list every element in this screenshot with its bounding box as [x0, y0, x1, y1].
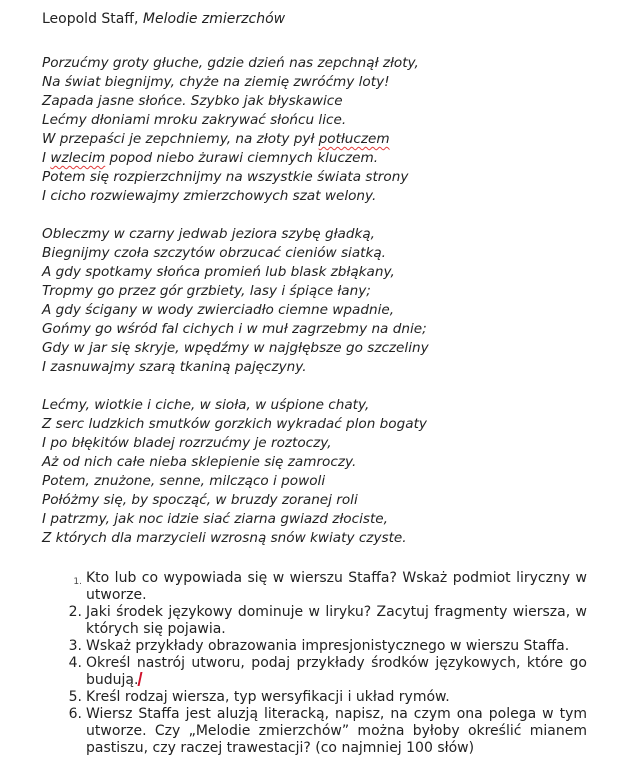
poem-line: Z serc ludzkich smutków gorzkich wykrada…: [42, 416, 427, 432]
author-name: Leopold Staff,: [42, 11, 139, 27]
spellcheck-word[interactable]: wzlecim: [50, 150, 105, 166]
list-number: 5.: [68, 689, 82, 705]
poem-line: Zapada jasne słońce. Szybko jak błyskawi…: [42, 93, 343, 109]
list-item: 5. Kreśl rodzaj wiersza, typ wersyfikacj…: [42, 689, 587, 706]
spellcheck-word[interactable]: potłuczem: [319, 131, 390, 147]
poem-line: Potem, znużone, senne, milcząco i powoli: [42, 473, 326, 489]
document-header: Leopold Staff, Melodie zmierzchów: [42, 10, 285, 29]
poem-line: Gońmy go wśród fal cichych i w muł zagrz…: [42, 321, 427, 337]
poem-line: W przepaści je zepchniemy, na złoty pył …: [42, 130, 429, 149]
list-number: 4.: [68, 655, 82, 671]
poem-line: I cicho rozwiewajmy zmierzchowych szat w…: [42, 188, 377, 204]
question-text: Kreśl rodzaj wiersza, typ wersyfikacji i…: [86, 689, 450, 705]
list-number: 3.: [68, 638, 82, 654]
poem-line: A gdy spotkamy słońca promień lub blask …: [42, 264, 395, 280]
stanza-2: Obleczmy w czarny jedwab jeziora szybę g…: [42, 225, 429, 377]
document-page: Leopold Staff, Melodie zmierzchów Porzuć…: [0, 0, 625, 783]
list-number: 1.: [73, 577, 82, 587]
poem-line: Gdy w jar się skryje, wpędźmy w najgłębs…: [42, 340, 429, 356]
poem-line: Porzućmy groty głuche, gdzie dzień nas z…: [42, 55, 419, 71]
poem-line: Potem się rozpierzchnijmy na wszystkie ś…: [42, 169, 409, 185]
stanza-3: Lećmy, wiotkie i ciche, w sioła, w uśpio…: [42, 396, 429, 548]
list-item: 3. Wskaż przykłady obrazowania impresjon…: [42, 638, 587, 655]
question-list: 1. Kto lub co wypowiada się w wierszu St…: [42, 570, 587, 757]
poem-line: Na świat biegnijmy, chyże na ziemię zwró…: [42, 74, 390, 90]
question-text: Wskaż przykłady obrazowania impresjonist…: [86, 638, 570, 654]
question-text: Kto lub co wypowiada się w wierszu Staff…: [86, 570, 587, 603]
poem-line: Z których dla marzycieli wzrosną snów kw…: [42, 530, 407, 546]
stanza-1: Porzućmy groty głuche, gdzie dzień nas z…: [42, 54, 429, 206]
list-item: 6. Wiersz Staffa jest aluzją literacką, …: [42, 706, 587, 757]
poem-line: Aż od nich całe nieba sklepienie się zam…: [42, 454, 357, 470]
poem-line-text: popod niebo żurawi ciemnych kluczem.: [105, 150, 379, 166]
poem-line: Tropmy go przez gór grzbiety, lasy i śpi…: [42, 283, 371, 299]
poem-line-text: W przepaści je zepchniemy, na złoty pył: [42, 131, 319, 147]
poem-line: I po błękitów bladej rozrzućmy je roztoc…: [42, 435, 332, 451]
poem-line: Obleczmy w czarny jedwab jeziora szybę g…: [42, 226, 376, 242]
poem-line: I wzlecim popod niebo żurawi ciemnych kl…: [42, 149, 429, 168]
poem-line: Biegnijmy czoła szczytów obrzucać cienió…: [42, 245, 386, 261]
question-text-part: Określ nast: [86, 655, 168, 671]
text-cursor: [137, 672, 143, 686]
poem-line: Połóżmy się, by spocząć, w bruzdy zorane…: [42, 492, 358, 508]
question-text[interactable]: Określ nastrój utworu, podaj przykłady ś…: [86, 655, 587, 689]
list-item: 4. Określ nastrój utworu, podaj przykład…: [42, 655, 587, 689]
list-item: 1. Kto lub co wypowiada się w wierszu St…: [42, 570, 587, 604]
poem-line: A gdy ścigany w wody zwierciadło ciemne …: [42, 302, 395, 318]
list-item: 2. Jaki środek językowy dominuje w liryk…: [42, 604, 587, 638]
question-text: Jaki środek językowy dominuje w liryku? …: [86, 604, 587, 637]
poem-line: I zasnuwajmy szarą tkaniną pajęczyny.: [42, 359, 307, 375]
poem-body: Porzućmy groty głuche, gdzie dzień nas z…: [42, 54, 429, 567]
list-number: 6.: [68, 706, 82, 722]
poem-line: Lećmy, wiotkie i ciche, w sioła, w uśpio…: [42, 397, 370, 413]
question-text: Wiersz Staffa jest aluzją literacką, nap…: [86, 706, 587, 756]
poem-line: I patrzmy, jak noc idzie siać ziarna gwi…: [42, 511, 388, 527]
list-number: 2.: [68, 604, 82, 620]
poem-title: Melodie zmierzchów: [142, 11, 286, 27]
poem-line: Lećmy dłoniami mroku zakrywać słońcu lic…: [42, 112, 347, 128]
